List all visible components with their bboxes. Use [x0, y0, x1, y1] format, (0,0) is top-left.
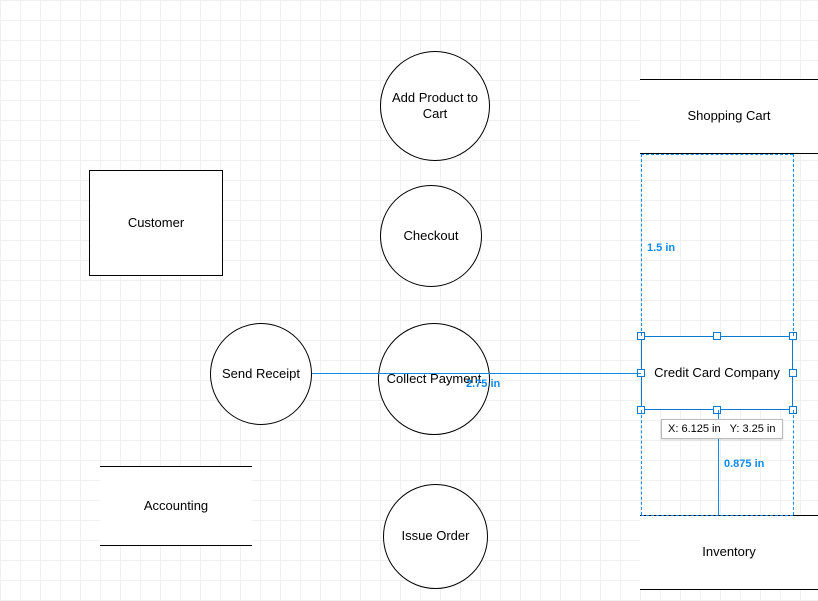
node-add-product[interactable]: Add Product to Cart — [380, 51, 490, 161]
node-label: Shopping Cart — [687, 108, 770, 124]
tooltip-x-value: 6.125 in — [681, 423, 720, 435]
node-inventory[interactable]: Inventory — [640, 515, 818, 590]
diagram-canvas[interactable]: Add Product to Cart Checkout Collect Pay… — [0, 0, 818, 601]
connector-collect-to-credit[interactable] — [312, 373, 641, 374]
node-issue-order[interactable]: Issue Order — [383, 484, 488, 589]
position-tooltip: X: 6.125 in Y: 3.25 in — [661, 419, 783, 439]
node-credit-card-company[interactable]: Credit Card Company — [641, 336, 793, 410]
node-accounting[interactable]: Accounting — [100, 466, 252, 546]
guide-top-cap — [641, 154, 793, 155]
node-label: Accounting — [144, 498, 208, 514]
node-send-receipt[interactable]: Send Receipt — [210, 323, 312, 425]
node-label: Issue Order — [402, 528, 470, 544]
node-label: Credit Card Company — [654, 365, 780, 381]
tooltip-x-label: X: — [668, 423, 678, 435]
tooltip-y-value: 3.25 in — [742, 423, 775, 435]
guide-right-top — [793, 154, 794, 336]
measurement-connector: 2.75 in — [466, 378, 500, 390]
node-label: Customer — [128, 215, 184, 231]
tooltip-y-label: Y: — [730, 423, 740, 435]
node-label: Inventory — [702, 544, 755, 560]
selection-handle[interactable] — [713, 406, 721, 414]
node-checkout[interactable]: Checkout — [380, 185, 482, 287]
guide-left-bottom — [641, 410, 642, 515]
node-label: Checkout — [404, 228, 459, 244]
measurement-top-gap: 1.5 in — [647, 242, 675, 254]
measurement-bottom-gap: 0.875 in — [724, 458, 764, 470]
guide-bottom-cap — [641, 515, 793, 516]
selection-handle[interactable] — [713, 332, 721, 340]
guide-left-top — [641, 154, 642, 336]
guide-right-bottom — [793, 410, 794, 515]
node-shopping-cart[interactable]: Shopping Cart — [640, 79, 818, 154]
selection-handle[interactable] — [789, 369, 797, 377]
node-customer[interactable]: Customer — [89, 170, 223, 276]
node-label: Add Product to Cart — [381, 90, 489, 123]
node-label: Send Receipt — [222, 366, 300, 382]
